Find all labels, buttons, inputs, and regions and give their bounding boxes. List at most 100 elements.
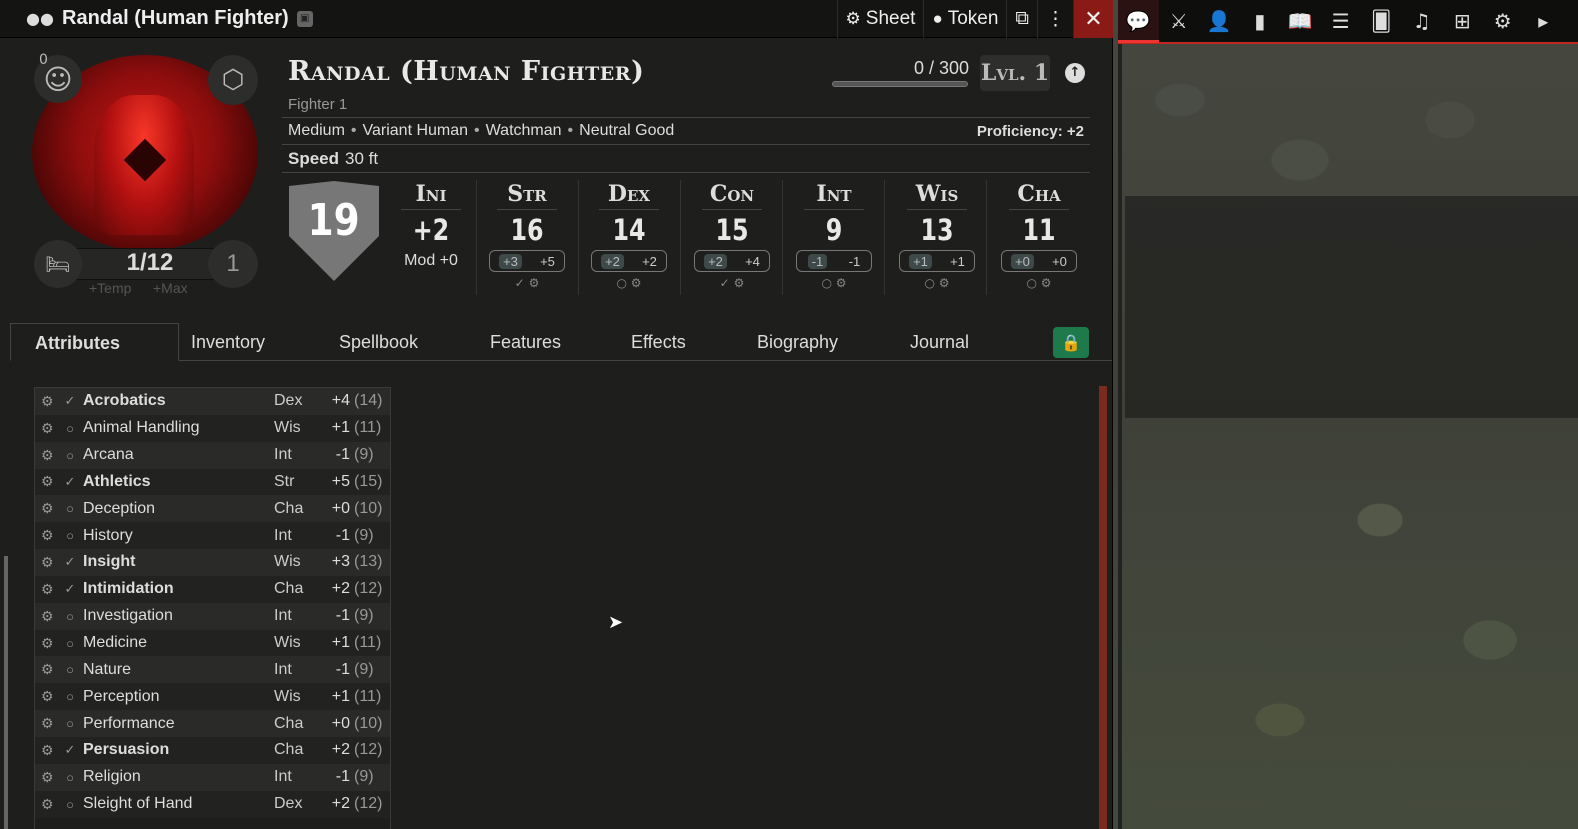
skill-row[interactable]: ⚙ ✓ Insight Wis +3 (13) (35, 549, 390, 576)
skill-row[interactable]: ⚙ ○ Performance Cha +0 (10) (35, 710, 390, 737)
gear-icon[interactable]: ⚙ (836, 276, 847, 290)
scrollbar[interactable] (1099, 386, 1107, 829)
level-up-button[interactable]: ↑ (1065, 63, 1085, 83)
skill-name[interactable]: Medicine (79, 634, 274, 652)
d20-icon[interactable]: ⬡ (208, 55, 258, 105)
check-icon[interactable]: ✓ (61, 554, 79, 570)
save-proficiency-icon[interactable]: ○ (924, 276, 934, 290)
gear-icon[interactable]: ⚙ (41, 715, 61, 732)
combat-icon[interactable]: ⚔ (1159, 9, 1200, 33)
save-proficiency-icon[interactable]: ✓ (515, 276, 525, 290)
save-proficiency-icon[interactable]: ✓ (720, 276, 730, 290)
gear-icon[interactable]: ⚙ (734, 276, 745, 290)
skill-ability[interactable]: Cha (274, 500, 322, 518)
gear-icon[interactable]: ⚙ (41, 500, 61, 517)
sheet-button[interactable]: ⚙ Sheet (836, 0, 924, 38)
skill-row[interactable]: ⚙ ○ Deception Cha +0 (10) (35, 495, 390, 523)
scrollbar[interactable] (4, 556, 8, 829)
ability-cha[interactable]: Cha 11 +0 +0 ○ ⚙ (989, 178, 1089, 290)
ability-score[interactable]: 16 (486, 210, 568, 250)
skill-ability[interactable]: Wis (274, 419, 322, 437)
skill-row[interactable]: ⚙ ○ Perception Wis +1 (11) (35, 683, 390, 711)
skill-ability[interactable]: Int (274, 768, 322, 786)
skill-row[interactable]: ⚙ ○ Animal Handling Wis +1 (11) (35, 414, 390, 442)
circle-icon[interactable]: ○ (61, 662, 79, 677)
gear-icon[interactable]: ⚙ (631, 276, 642, 290)
save-proficiency-icon[interactable]: ○ (821, 276, 831, 290)
character-name[interactable]: Randal (Human Fighter) (288, 56, 644, 87)
circle-icon[interactable]: ○ (61, 609, 79, 624)
save-proficiency-icon[interactable]: ○ (616, 276, 626, 290)
cards-icon[interactable]: 🂠 (1361, 9, 1402, 33)
ability-wis[interactable]: Wis 13 +1 +1 ○ ⚙ (887, 178, 987, 290)
gear-icon[interactable]: ⚙ (41, 393, 61, 410)
more-menu-button[interactable]: ⋮ (1037, 0, 1073, 38)
tab-inventory[interactable]: Inventory (179, 323, 327, 361)
compendium-icon[interactable]: ⊞ (1442, 9, 1483, 33)
gear-icon[interactable]: ⚙ (41, 473, 61, 490)
gear-icon[interactable]: ⚙ (1041, 276, 1052, 290)
ability-mods[interactable]: +1 +1 (899, 250, 975, 272)
skill-row[interactable]: ⚙ ○ Investigation Int -1 (9) (35, 602, 390, 630)
skill-row[interactable]: ⚙ ✓ Athletics Str +5 (15) (35, 468, 390, 496)
ability-score[interactable]: 15 (691, 210, 773, 250)
skill-ability[interactable]: Cha (274, 715, 322, 733)
gear-icon[interactable]: ⚙ (41, 447, 61, 464)
skill-row[interactable]: ⚙ ○ Medicine Wis +1 (11) (35, 629, 390, 657)
skill-name[interactable]: Religion (79, 768, 274, 786)
armor-class-shield[interactable]: 19 (289, 181, 379, 281)
check-icon[interactable]: ✓ (61, 742, 79, 758)
playlists-icon[interactable]: ♫ (1402, 9, 1443, 33)
gear-icon[interactable]: ⚙ (939, 276, 950, 290)
skill-name[interactable]: Perception (79, 688, 274, 706)
gear-icon[interactable]: ⚙ (41, 769, 61, 786)
max-hp-field[interactable]: +Max (153, 280, 188, 296)
circle-icon[interactable]: ○ (61, 636, 79, 651)
ability-int[interactable]: Int 9 -1 -1 ○ ⚙ (784, 178, 884, 290)
ability-dex[interactable]: Dex 14 +2 +2 ○ ⚙ (579, 178, 679, 290)
close-button[interactable]: ✕ (1073, 0, 1113, 38)
hit-dice[interactable]: 1 (208, 240, 258, 288)
skill-ability[interactable]: Int (274, 661, 322, 679)
gear-icon[interactable]: ⚙ (41, 742, 61, 759)
speed[interactable]: Speed 30 ft (288, 149, 378, 169)
race[interactable]: Variant Human (363, 122, 469, 140)
skill-name[interactable]: Insight (79, 553, 274, 571)
circle-icon[interactable]: ○ (61, 716, 79, 731)
skill-name[interactable]: Athletics (79, 473, 274, 491)
ability-mods[interactable]: +2 +2 (591, 250, 667, 272)
rest-button[interactable]: 🛏 (34, 240, 82, 288)
ability-mods[interactable]: -1 -1 (796, 250, 872, 272)
ability-score[interactable]: 9 (793, 210, 875, 250)
ability-str[interactable]: Str 16 +3 +5 ✓ ⚙ (477, 178, 577, 290)
tab-features[interactable]: Features (478, 323, 619, 361)
journal-icon[interactable]: 📖 (1280, 9, 1321, 33)
tab-biography[interactable]: Biography (745, 323, 898, 361)
check-icon[interactable]: ✓ (61, 581, 79, 597)
skill-row[interactable]: ⚙ ✓ Acrobatics Dex +4 (14) (35, 388, 390, 415)
circle-icon[interactable]: ○ (61, 421, 79, 436)
skill-name[interactable]: Investigation (79, 607, 274, 625)
tab-journal[interactable]: Journal (898, 323, 1018, 361)
gear-icon[interactable]: ⚙ (529, 276, 540, 290)
gear-icon[interactable]: ⚙ (41, 608, 61, 625)
document-id-icon[interactable]: ▣ (296, 10, 313, 27)
gear-icon[interactable]: ⚙ (41, 554, 61, 571)
items-icon[interactable]: ▮ (1240, 9, 1281, 33)
settings-icon[interactable]: ⚙ (1483, 9, 1524, 33)
skill-name[interactable]: Acrobatics (79, 392, 274, 410)
skill-ability[interactable]: Str (274, 473, 322, 491)
skill-name[interactable]: Arcana (79, 446, 274, 464)
skill-name[interactable]: Sleight of Hand (79, 795, 274, 813)
xp-value[interactable]: 0 / 300 (835, 58, 969, 79)
skill-row[interactable]: ⚙ ○ Arcana Int -1 (9) (35, 441, 390, 469)
background[interactable]: Watchman (486, 122, 562, 140)
skill-row[interactable]: ⚙ ○ History Int -1 (9) (35, 522, 390, 550)
circle-icon[interactable]: ○ (61, 528, 79, 543)
ability-mods[interactable]: +0 +0 (1001, 250, 1077, 272)
initiative-mod[interactable]: Mod +0 (381, 252, 481, 270)
skill-name[interactable]: Performance (79, 715, 274, 733)
skill-ability[interactable]: Dex (274, 392, 322, 410)
circle-icon[interactable]: ○ (61, 797, 79, 812)
skill-ability[interactable]: Dex (274, 795, 322, 813)
